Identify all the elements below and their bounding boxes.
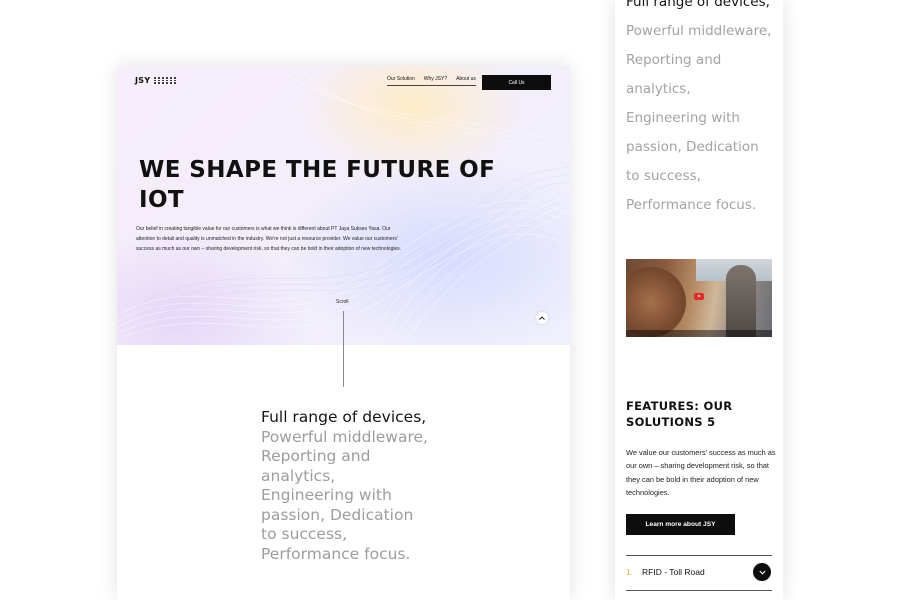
features-description: We value our customers' success as much … — [626, 448, 776, 498]
accordion-item-number: 1. — [626, 567, 634, 577]
mobile-mockup: Full range of devices, Powerful middlewa… — [615, 0, 783, 600]
mobile-statement-line: to success, — [626, 168, 701, 184]
nav-item-our-solution[interactable]: Our Solution — [387, 76, 415, 82]
accordion-divider — [626, 555, 772, 556]
desktop-mockup: JSY Our Solution Why JSY? About us Call … — [117, 66, 570, 600]
statement-block: Full range of devices, Powerful middlewa… — [261, 408, 441, 564]
logo-dots-icon — [154, 77, 177, 84]
accordion-divider — [626, 590, 772, 591]
nav-item-about-us[interactable]: About us — [456, 76, 476, 82]
mobile-statement-line: Reporting and — [626, 52, 722, 68]
statement-line: Reporting and — [261, 447, 371, 465]
statement-line: passion, Dedication — [261, 505, 414, 524]
logo-text: JSY — [135, 76, 151, 85]
hero-description: Our belief in creating tangible value fo… — [136, 226, 402, 252]
statement-line: analytics, — [261, 466, 336, 485]
play-icon[interactable] — [694, 293, 704, 300]
video-control-bar — [626, 330, 772, 337]
statement-line: Powerful middleware, — [261, 427, 428, 446]
learn-more-button[interactable]: Learn more about JSY — [626, 514, 735, 535]
statement-line: Engineering with — [261, 486, 392, 504]
mobile-statement-line: analytics, — [626, 81, 691, 97]
video-frame-log — [626, 267, 686, 337]
nav-item-why-jsy[interactable]: Why JSY? — [424, 76, 447, 82]
scroll-label[interactable]: Scroll — [336, 299, 349, 305]
scroll-top-button[interactable] — [536, 312, 548, 324]
statement-line: to success, — [261, 525, 348, 543]
hero-section: JSY Our Solution Why JSY? About us Call … — [117, 66, 570, 345]
chevron-down-icon — [758, 570, 766, 575]
scroll-indicator-line — [343, 311, 344, 387]
mobile-statement-line: Powerful middleware, — [626, 23, 772, 39]
mobile-statement-block: Full range of devices, Powerful middlewa… — [626, 0, 776, 220]
accordion-item-label[interactable]: RFID - Toll Road — [642, 567, 705, 577]
statement-line: Performance focus. — [261, 544, 411, 563]
hero-title: WE SHAPE THE FUTURE OF IOT — [139, 157, 496, 213]
video-frame-person — [726, 265, 756, 337]
call-us-button[interactable]: Call Us — [482, 75, 551, 90]
mobile-statement-line: passion, Dedication — [626, 139, 759, 155]
video-player[interactable] — [626, 259, 772, 337]
mobile-statement-highlight: Full range of devices, — [626, 0, 770, 10]
mobile-statement-line: Engineering with — [626, 110, 740, 126]
chevron-up-icon — [539, 316, 545, 320]
statement-highlight: Full range of devices, — [261, 408, 427, 426]
features-title: FEATURES: OUR SOLUTIONS 5 — [626, 399, 733, 429]
mobile-statement-line: Performance focus. — [626, 197, 757, 213]
logo[interactable]: JSY — [135, 76, 177, 85]
main-nav: Our Solution Why JSY? About us — [387, 76, 476, 86]
accordion-toggle-button[interactable] — [753, 563, 771, 581]
